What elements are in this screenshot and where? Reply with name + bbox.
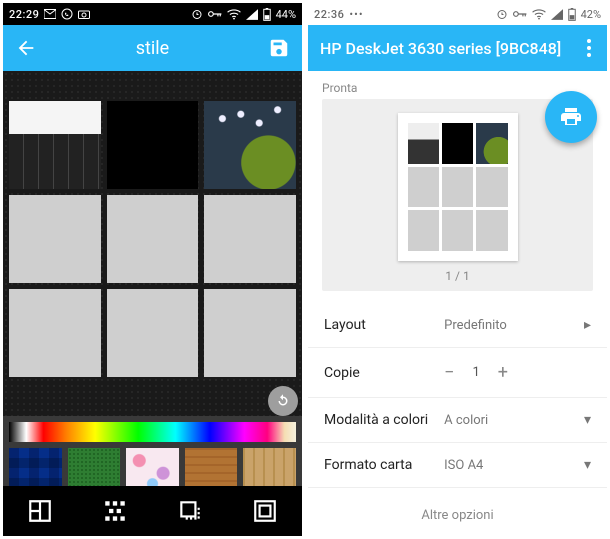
battery-icon — [263, 8, 271, 21]
option-value: Predefinito — [444, 318, 584, 333]
collage-cell[interactable] — [204, 195, 296, 283]
texture-row — [9, 448, 296, 490]
option-value: A colori — [444, 413, 584, 428]
wifi-icon — [532, 9, 546, 20]
battery-text: 44% — [276, 8, 296, 21]
shuffle-button[interactable] — [268, 386, 298, 416]
status-bar: 22:36 ••• 42% — [308, 3, 607, 25]
vpn-icon — [208, 9, 222, 19]
notification-dots-icon: ••• — [349, 8, 363, 21]
collage-cell[interactable] — [107, 101, 199, 189]
texture-swatch-floral[interactable] — [126, 448, 179, 490]
mail-icon — [44, 9, 56, 19]
option-color-mode[interactable]: Modalità a colori A colori ▾ — [308, 398, 607, 443]
collage-cell[interactable] — [107, 195, 199, 283]
wifi-icon — [227, 9, 241, 20]
signal-icon — [246, 9, 258, 20]
option-paper-size[interactable]: Formato carta ISO A4 ▾ — [308, 443, 607, 488]
page-indicator: 1 / 1 — [322, 269, 593, 283]
bottom-toolbar — [3, 486, 302, 536]
right-screenshot: 22:36 ••• 42% HP DeskJet 3630 series [9B… — [305, 0, 610, 539]
collage-cell[interactable] — [204, 289, 296, 377]
camera-icon — [78, 9, 90, 19]
option-label: Formato carta — [324, 457, 444, 473]
print-body: Pronta 1 / 1 Layout Predefinito ▸ C — [308, 71, 607, 536]
overflow-menu-icon[interactable] — [583, 35, 595, 61]
collage-cell[interactable] — [107, 289, 199, 377]
option-label: Copie — [324, 365, 444, 381]
clock: 22:36 — [314, 8, 344, 21]
copies-decrement[interactable]: − — [444, 362, 454, 383]
dropdown-icon: ▾ — [584, 457, 591, 473]
texture-swatch-wood-light[interactable] — [243, 448, 296, 490]
print-options: Layout Predefinito ▸ Copie − 1 + Modalit… — [308, 299, 607, 492]
signal-icon — [551, 9, 563, 20]
copies-increment[interactable]: + — [498, 362, 508, 383]
dropdown-icon: ▾ — [584, 412, 591, 428]
option-layout[interactable]: Layout Predefinito ▸ — [308, 303, 607, 348]
battery-icon — [568, 8, 576, 21]
app-title: stile — [49, 38, 256, 59]
copies-value: 1 — [472, 365, 479, 380]
shadow-tool-icon[interactable] — [177, 498, 203, 524]
option-label: Layout — [324, 317, 444, 333]
whatsapp-icon — [61, 8, 73, 20]
vpn-icon — [513, 9, 527, 19]
option-value: ISO A4 — [444, 458, 584, 473]
left-screenshot: 22:29 44% stile — [0, 0, 305, 539]
collage-cell[interactable] — [9, 101, 101, 189]
frame-tool-icon[interactable] — [252, 498, 278, 524]
pattern-tool-icon[interactable] — [102, 498, 128, 524]
collage-grid — [9, 101, 296, 377]
collage-cell[interactable] — [204, 101, 296, 189]
app-bar: stile — [3, 25, 302, 71]
battery-text: 42% — [581, 8, 601, 21]
preview-page — [398, 113, 518, 261]
option-label: Modalità a colori — [324, 412, 444, 428]
texture-swatch-grass[interactable] — [68, 448, 121, 490]
color-slider[interactable] — [9, 422, 296, 442]
alarm-icon — [191, 8, 203, 20]
save-icon[interactable] — [268, 37, 290, 59]
texture-swatch-pixel[interactable] — [9, 448, 62, 490]
back-icon[interactable] — [15, 37, 37, 59]
status-bar: 22:29 44% — [3, 3, 302, 25]
canvas[interactable] — [3, 71, 302, 536]
print-fab[interactable] — [545, 91, 597, 143]
chevron-right-icon: ▸ — [584, 317, 591, 333]
layout-tool-icon[interactable] — [27, 498, 53, 524]
printer-title[interactable]: HP DeskJet 3630 series [9BC848] — [320, 39, 583, 58]
collage-cell[interactable] — [9, 195, 101, 283]
option-copies: Copie − 1 + — [308, 348, 607, 398]
alarm-icon — [496, 8, 508, 20]
app-bar: HP DeskJet 3630 series [9BC848] — [308, 25, 607, 71]
texture-swatch-wood-dark[interactable] — [185, 448, 238, 490]
collage-cell[interactable] — [9, 289, 101, 377]
more-options[interactable]: Altre opzioni — [308, 492, 607, 536]
clock: 22:29 — [9, 8, 39, 21]
